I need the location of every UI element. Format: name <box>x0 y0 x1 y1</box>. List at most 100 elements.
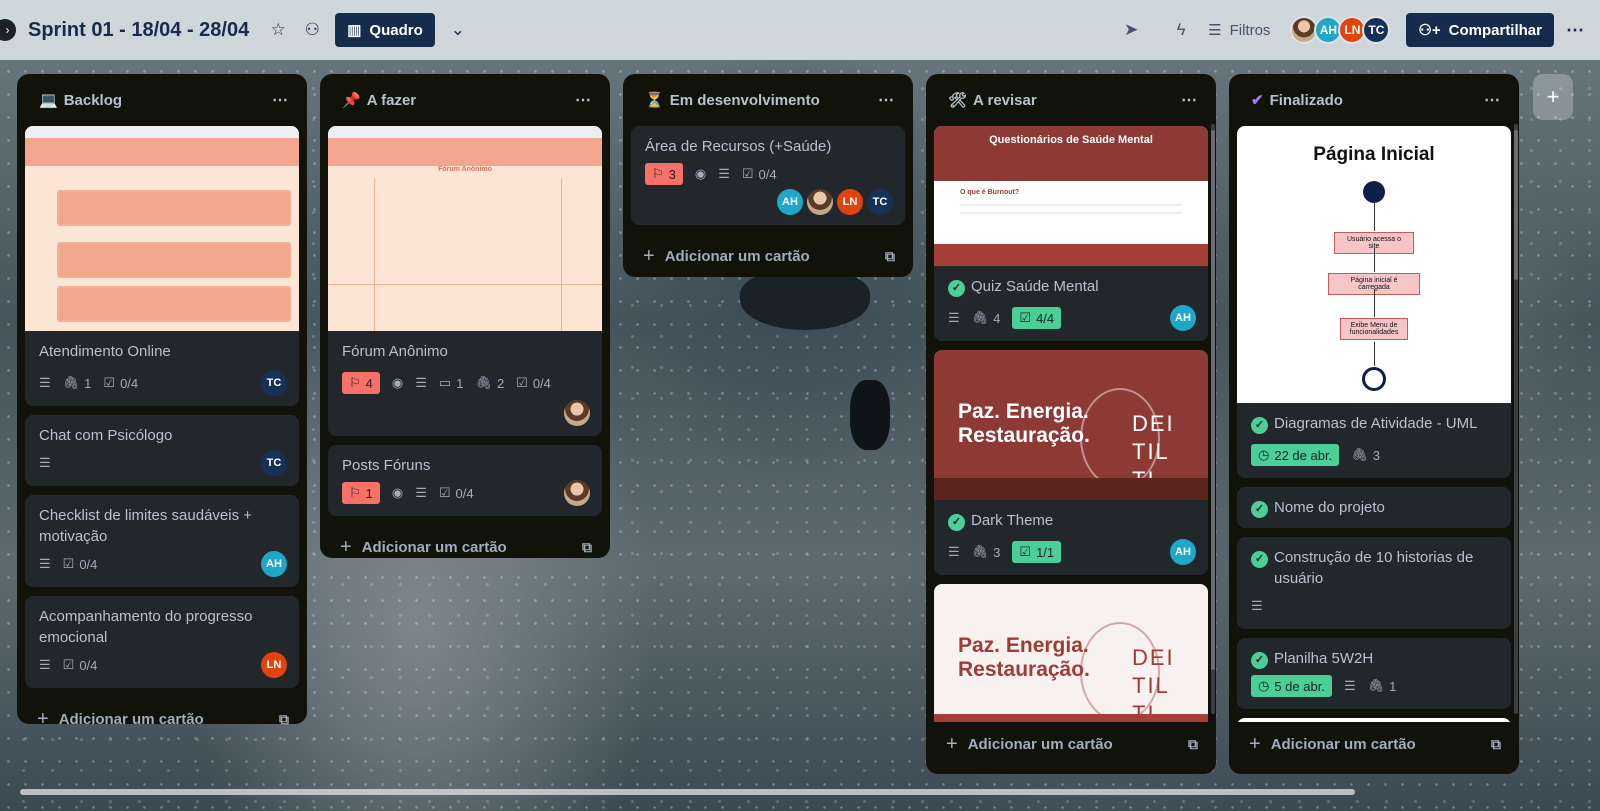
comment-icon: ▭ <box>438 375 452 390</box>
list-menu-icon[interactable]: ⋯ <box>575 90 592 110</box>
avatar[interactable] <box>564 400 590 426</box>
more-icon[interactable]: ⋯ <box>1560 20 1590 41</box>
card-template-icon[interactable]: ⧉ <box>279 711 289 728</box>
card[interactable]: Checklist de limites saudáveis + motivaç… <box>25 495 299 587</box>
description-icon: ☰ <box>1251 598 1263 613</box>
card[interactable]: Área de Recursos (+Saúde) ⚐ 3 ◉ ☰ ☑ 0/4 AH… <box>631 126 905 225</box>
add-card-button[interactable]: + Adicionar um cartão ⧉ <box>25 697 299 741</box>
list-menu-icon[interactable]: ⋯ <box>1181 90 1198 110</box>
card[interactable]: Paz. Energia. Restauração. DEI TIL TI ✓D… <box>934 350 1208 575</box>
list-header[interactable]: 💻 Backlog ⋯ <box>25 74 299 126</box>
attachments-badge: 🖇 4 <box>971 310 1001 326</box>
avatar[interactable]: TC <box>1362 16 1391 44</box>
automation-icon[interactable]: ϟ <box>1166 15 1196 45</box>
description-icon: ☰ <box>39 657 51 672</box>
avatar[interactable]: TC <box>867 189 893 215</box>
add-card-button[interactable]: + Adicionar um cartão ⧉ <box>631 234 905 278</box>
avatar[interactable]: LN <box>261 652 287 678</box>
avatar[interactable]: LN <box>837 189 863 215</box>
card[interactable]: Acompanhamento do progresso emocional ☰ … <box>25 596 299 688</box>
diagram-end-node <box>1362 367 1386 391</box>
card-template-icon[interactable]: ⧉ <box>582 539 592 556</box>
card[interactable]: ✓ Planilha 5W2H ◷ 5 de abr. ☰ 🖇 1 <box>1237 638 1511 709</box>
card[interactable]: ✓ Nome do projeto <box>1237 487 1511 528</box>
due-date-badge[interactable]: ◷ 5 de abr. <box>1251 675 1332 697</box>
add-card-label: Adicionar um cartão <box>967 735 1113 753</box>
add-card-button[interactable]: + Adicionar um cartão ⧉ <box>328 525 602 569</box>
add-card-button[interactable]: + Adicionar um cartão ⧉ <box>1237 722 1511 766</box>
watching-icon: ◉ <box>694 166 707 181</box>
list-scrollbar-thumb[interactable] <box>1514 130 1518 280</box>
complete-check-icon[interactable]: ✓ <box>1251 417 1268 434</box>
avatar[interactable]: TC <box>261 450 287 476</box>
complete-check-icon[interactable]: ✓ <box>948 280 965 297</box>
card-title: ✓ Dark Theme <box>948 510 1196 531</box>
card-template-icon[interactable]: ⧉ <box>1188 736 1198 753</box>
card[interactable]: Questionários de Saúde Mental O que é Bu… <box>934 126 1208 341</box>
plus-icon: + <box>340 535 352 558</box>
list-header[interactable]: 🛠 A revisar ⋯ <box>934 74 1208 126</box>
view-switcher-button[interactable]: ▥ Quadro <box>335 13 435 47</box>
hourglass-icon: ⏳ <box>645 92 664 109</box>
filters-button[interactable]: ☰ Filtros <box>1208 21 1270 40</box>
card[interactable]: Fórum Anônimo Fórum Anônimo ⚐ 4 ◉ ☰ ▭ 1 🖇 2… <box>328 126 602 436</box>
card-title: Atendimento Online <box>39 343 171 360</box>
list-header[interactable]: ⏳ Em desenvolvimento ⋯ <box>631 74 905 126</box>
complete-check-icon[interactable]: ✓ <box>1251 652 1268 669</box>
list-menu-icon[interactable]: ⋯ <box>1484 90 1501 110</box>
description-icon: ☰ <box>948 544 960 559</box>
laptop-icon: 💻 <box>39 92 58 109</box>
card-template-icon[interactable]: ⧉ <box>885 248 895 265</box>
attachments-badge: 🖇 2 <box>475 375 505 391</box>
list-scrollbar-thumb[interactable] <box>1211 130 1215 670</box>
star-icon[interactable]: ☆ <box>263 15 293 45</box>
complete-check-icon[interactable]: ✓ <box>948 514 965 531</box>
list-menu-icon[interactable]: ⋯ <box>878 90 895 110</box>
card[interactable]: Posts Fóruns ⚐ 1 ◉ ☰ ☑ 0/4 <box>328 445 602 516</box>
chevron-down-icon[interactable]: ⌄ <box>443 15 473 45</box>
scrollbar-thumb[interactable] <box>20 789 1355 795</box>
list-a-revisar: 🛠 A revisar ⋯ Questionários de Saúde Men… <box>926 74 1216 774</box>
card-title: Fórum Anônimo <box>342 343 448 360</box>
list-backlog: 💻 Backlog ⋯ Atendimento Online ☰ 🖇 1 ☑ 0/4… <box>17 74 307 730</box>
card[interactable] <box>1237 718 1511 722</box>
cover-logo-text: DEI TIL TI <box>1132 645 1175 722</box>
card[interactable]: Paz. Energia. Restauração. DEI TIL TI <box>934 584 1208 722</box>
cover-hero-text: Paz. Energia. Restauração. <box>958 634 1090 681</box>
avatar[interactable]: AH <box>1170 305 1196 331</box>
share-button[interactable]: ⚇+ Compartilhar <box>1406 13 1554 47</box>
avatar[interactable]: AH <box>1170 539 1196 565</box>
card-cover: Paz. Energia. Restauração. DEI TIL TI <box>934 584 1208 722</box>
avatar[interactable] <box>564 480 590 506</box>
board-title[interactable]: Sprint 01 - 18/04 - 28/04 <box>28 19 249 42</box>
card-cover: Fórum Anônimo <box>328 126 602 331</box>
card[interactable]: ✓ Construção de 10 historias de usuário ☰ <box>1237 537 1511 629</box>
list-menu-icon[interactable]: ⋯ <box>272 90 289 110</box>
avatar[interactable]: AH <box>777 189 803 215</box>
due-date-badge[interactable]: ◷ 22 de abr. <box>1251 444 1340 466</box>
tag-icon: ⚐ <box>349 375 361 390</box>
card-template-icon[interactable]: ⧉ <box>1491 736 1501 753</box>
avatar[interactable] <box>807 189 833 215</box>
visibility-icon[interactable]: ⚇ <box>297 15 327 45</box>
paperclip-icon: 🖇 <box>475 375 492 390</box>
list-a-fazer: 📌 A fazer ⋯ Fórum Anônimo Fórum Anônimo … <box>320 74 610 558</box>
board-horizontal-scrollbar[interactable] <box>0 785 1600 801</box>
list-header[interactable]: ✔ Finalizado ⋯ <box>1237 74 1511 126</box>
card[interactable]: Chat com Psicólogo ☰ TC <box>25 415 299 486</box>
power-ups-icon[interactable]: ➤ <box>1116 15 1146 45</box>
add-list-button[interactable]: + <box>1533 74 1573 120</box>
card[interactable]: Página Inicial Usuário acessa o site Pág… <box>1237 126 1511 478</box>
avatar[interactable]: TC <box>261 370 287 396</box>
card-title: Checklist de limites saudáveis + motivaç… <box>39 507 253 545</box>
add-card-button[interactable]: + Adicionar um cartão ⧉ <box>934 722 1208 766</box>
card[interactable]: Atendimento Online ☰ 🖇 1 ☑ 0/4 TC <box>25 126 299 406</box>
complete-check-icon[interactable]: ✓ <box>1251 551 1268 568</box>
list-header[interactable]: 📌 A fazer ⋯ <box>328 74 602 126</box>
paperclip-icon: 🖇 <box>1351 447 1368 462</box>
complete-check-icon[interactable]: ✓ <box>1251 501 1268 518</box>
attachments-badge: 🖇 1 <box>62 375 92 391</box>
expand-sidebar-icon[interactable]: › <box>0 19 16 41</box>
card-cover <box>25 126 299 331</box>
avatar[interactable]: AH <box>261 551 287 577</box>
